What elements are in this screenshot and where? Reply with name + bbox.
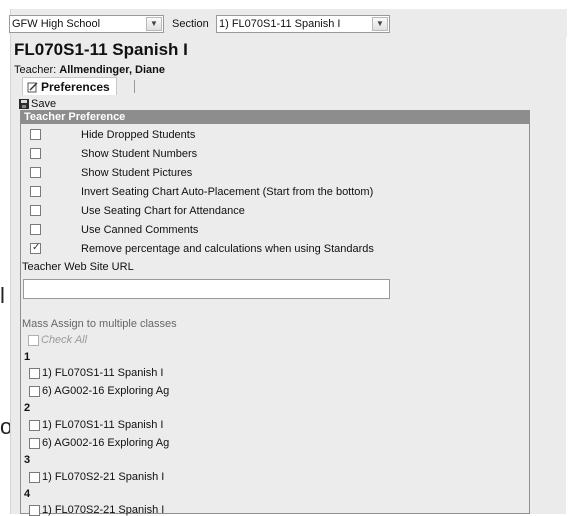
checkbox[interactable] (30, 148, 41, 159)
tab-label: Preferences (41, 80, 110, 94)
checkbox[interactable] (30, 186, 41, 197)
checkbox[interactable] (29, 385, 40, 397)
teacher-label: Teacher: (14, 64, 57, 76)
option-remove-percentage[interactable]: Remove percentage and calculations when … (30, 241, 374, 256)
teacher-info: Teacher: Allmendinger, Diane (14, 64, 165, 76)
class-label: 6) AG002-16 Exploring Ag (42, 385, 170, 397)
tab-divider (134, 80, 135, 93)
checkbox[interactable] (29, 471, 40, 483)
section-label: Section (172, 18, 209, 30)
web-url-input[interactable] (23, 279, 390, 299)
preferences-window: GFW High School ▼ Section 1) FL070S1-11 … (9, 9, 567, 516)
class-label: 6) AG002-16 Exploring Ag (42, 437, 170, 449)
option-canned-comments[interactable]: Use Canned Comments (30, 222, 198, 237)
school-select[interactable]: GFW High School ▼ (9, 15, 164, 33)
class-item[interactable]: 1) FL070S2-21 Spanish I (29, 504, 164, 516)
class-item[interactable]: 6) AG002-16 Exploring Ag (29, 437, 169, 449)
group-number: 2 (24, 402, 31, 414)
class-item[interactable]: 1) FL070S2-21 Spanish I (29, 471, 164, 483)
save-button[interactable]: Save (19, 98, 56, 110)
chevron-down-icon[interactable]: ▼ (372, 17, 388, 31)
checkbox[interactable] (29, 437, 40, 449)
checkbox-checked[interactable] (30, 242, 41, 254)
checkbox[interactable] (29, 367, 40, 379)
option-label: Use Seating Chart for Attendance (81, 204, 245, 217)
teacher-name: Allmendinger, Diane (59, 64, 166, 76)
check-all[interactable]: Check All (28, 334, 87, 346)
page-title: FL070S1-11 Spanish I (14, 40, 188, 59)
class-item[interactable]: 1) FL070S1-11 Spanish I (29, 419, 163, 431)
toolbar: GFW High School ▼ Section 1) FL070S1-11 … (9, 9, 567, 37)
tab-preferences[interactable]: Preferences (22, 77, 117, 95)
chevron-down-icon[interactable]: ▼ (146, 17, 162, 31)
section-select[interactable]: 1) FL070S1-11 Spanish I ▼ (216, 15, 390, 33)
checkbox[interactable] (30, 129, 41, 140)
class-item[interactable]: 1) FL070S1-11 Spanish I (29, 367, 163, 379)
check-all-label: Check All (41, 334, 88, 346)
checkbox[interactable] (30, 224, 41, 235)
group-number: 4 (24, 488, 31, 500)
class-item[interactable]: 6) AG002-16 Exploring Ag (29, 385, 169, 397)
option-show-student-pictures[interactable]: Show Student Pictures (30, 165, 192, 180)
edit-icon (27, 82, 38, 92)
checkbox[interactable] (30, 205, 41, 216)
class-label: 1) FL070S2-21 Spanish I (42, 471, 165, 483)
group-number: 1 (24, 351, 31, 363)
checkbox[interactable] (30, 167, 41, 178)
mass-assign-label: Mass Assign to multiple classes (22, 318, 177, 330)
panel-header: Teacher Preference (21, 111, 529, 124)
group-number: 3 (24, 454, 31, 466)
class-label: 1) FL070S1-11 Spanish I (42, 367, 164, 379)
web-url-label: Teacher Web Site URL (22, 261, 134, 273)
class-label: 1) FL070S2-21 Spanish I (42, 504, 165, 516)
school-select-value: GFW High School (12, 18, 101, 30)
option-label: Show Student Numbers (81, 147, 198, 160)
option-hide-dropped-students[interactable]: Hide Dropped Students (30, 127, 195, 142)
class-label: 1) FL070S1-11 Spanish I (42, 419, 164, 431)
save-label: Save (31, 98, 57, 110)
option-show-student-numbers[interactable]: Show Student Numbers (30, 146, 197, 161)
floppy-disk-icon (19, 99, 29, 109)
teacher-preference-panel: Teacher Preference Hide Dropped Students… (20, 110, 530, 516)
option-label: Remove percentage and calculations when … (81, 242, 374, 255)
background-text-fragment: l (0, 283, 5, 308)
checkbox[interactable] (28, 334, 39, 346)
option-label: Show Student Pictures (81, 166, 193, 179)
option-invert-seating-chart[interactable]: Invert Seating Chart Auto-Placement (Sta… (30, 184, 373, 199)
option-seating-chart-attendance[interactable]: Use Seating Chart for Attendance (30, 203, 245, 218)
option-label: Hide Dropped Students (81, 128, 196, 141)
option-label: Invert Seating Chart Auto-Placement (Sta… (81, 185, 374, 198)
option-label: Use Canned Comments (81, 223, 199, 236)
checkbox[interactable] (29, 419, 40, 431)
section-select-value: 1) FL070S1-11 Spanish I (219, 18, 341, 30)
